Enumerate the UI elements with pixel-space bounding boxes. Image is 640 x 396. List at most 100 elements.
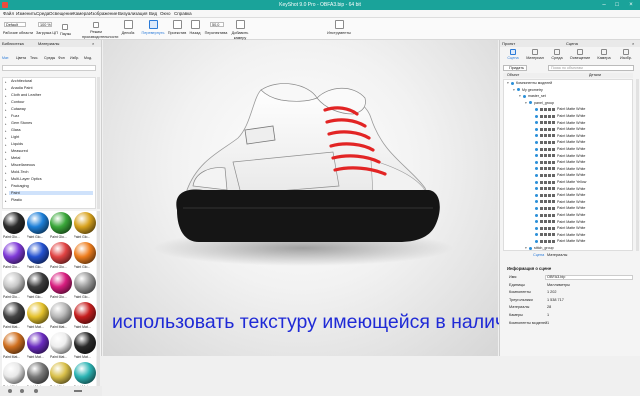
- scene-tree-row[interactable]: Paint Matte White: [504, 126, 632, 132]
- scene-tree-row[interactable]: Paint Matte White: [504, 225, 632, 231]
- menu-edit[interactable]: Изменить: [16, 11, 36, 16]
- menu-render[interactable]: Визуализация: [118, 11, 147, 16]
- visibility-icon[interactable]: [535, 147, 538, 151]
- library-tree-item[interactable]: Light: [11, 135, 19, 139]
- material-swatch[interactable]: [26, 242, 49, 264]
- library-tree-item[interactable]: Metal: [11, 156, 20, 160]
- visibility-icon[interactable]: [535, 233, 538, 237]
- material-swatch[interactable]: [26, 302, 49, 324]
- tab-camera[interactable]: Камера: [594, 49, 614, 60]
- expand-icon[interactable]: ▸: [5, 87, 7, 91]
- visibility-icon[interactable]: [535, 134, 538, 138]
- expand-icon[interactable]: ▸: [5, 199, 7, 203]
- scene-tree-row[interactable]: Paint Matte White: [504, 199, 632, 205]
- visibility-icon[interactable]: [535, 127, 538, 131]
- visibility-icon[interactable]: [535, 173, 538, 177]
- zoom-field[interactable]: 50,0: [210, 22, 224, 27]
- material-swatch[interactable]: [50, 302, 72, 324]
- tab-favorites[interactable]: Избр.: [70, 56, 79, 60]
- scene-tree-row[interactable]: Paint Matte White: [504, 159, 632, 165]
- visibility-icon[interactable]: [535, 160, 538, 164]
- scene-tree-row[interactable]: Paint Matte White: [504, 192, 632, 198]
- expand-icon[interactable]: ▾: [525, 245, 527, 250]
- visibility-icon[interactable]: [535, 220, 538, 224]
- library-tree-item[interactable]: Measured: [11, 149, 28, 153]
- menu-image[interactable]: Изображение: [89, 11, 117, 16]
- visibility-icon[interactable]: [535, 206, 538, 210]
- scene-tree-row[interactable]: Paint Matte White: [504, 186, 632, 192]
- tab-textures[interactable]: Текс.: [30, 56, 38, 60]
- visibility-icon[interactable]: [535, 121, 538, 125]
- tab-materials[interactable]: Мат.: [2, 56, 9, 60]
- expand-icon[interactable]: ▸: [5, 129, 7, 133]
- tree-scrollbar[interactable]: [97, 77, 100, 209]
- expand-icon[interactable]: ▸: [5, 164, 7, 168]
- visibility-icon[interactable]: [535, 226, 538, 230]
- material-swatch[interactable]: [3, 212, 25, 234]
- expand-icon[interactable]: ▾: [513, 87, 515, 93]
- bottom-tab-scene[interactable]: Сцена: [533, 253, 544, 257]
- material-swatch[interactable]: [3, 272, 25, 294]
- material-swatch[interactable]: [50, 362, 72, 384]
- material-swatch[interactable]: [3, 302, 25, 324]
- visibility-icon[interactable]: [535, 167, 538, 171]
- material-swatch[interactable]: [26, 362, 49, 384]
- bottom-tab-materials[interactable]: Материалы: [547, 253, 567, 257]
- expand-icon[interactable]: ▸: [5, 80, 7, 84]
- scene-tree-row[interactable]: Paint Matte White: [504, 238, 632, 244]
- expand-icon[interactable]: ▸: [5, 122, 7, 126]
- visibility-icon[interactable]: [535, 213, 538, 217]
- expand-icon[interactable]: ▸: [5, 171, 7, 175]
- tab-environment[interactable]: Среда: [548, 49, 566, 60]
- material-swatch[interactable]: [73, 332, 96, 354]
- material-swatch[interactable]: [26, 212, 49, 234]
- close-icon[interactable]: ×: [625, 1, 637, 9]
- project-close-icon[interactable]: ×: [632, 40, 634, 47]
- library-tree-item[interactable]: Glass: [11, 128, 21, 132]
- expand-icon[interactable]: ▸: [5, 192, 7, 196]
- visibility-icon[interactable]: [535, 193, 538, 197]
- scene-tree-row[interactable]: ▾ panel_group: [504, 100, 632, 106]
- scene-tree-row[interactable]: Paint Matte Yellow: [504, 179, 632, 185]
- render-viewport[interactable]: [103, 40, 498, 356]
- workspace-select[interactable]: Default: [4, 22, 26, 27]
- library-tree-item[interactable]: Miscellaneous: [11, 163, 35, 167]
- scene-tree-row[interactable]: ▾ Компоненты моделей: [504, 80, 632, 86]
- visibility-icon[interactable]: [535, 107, 538, 111]
- library-tree-item[interactable]: Liquids: [11, 142, 23, 146]
- back-button[interactable]: Назад: [188, 20, 202, 36]
- scene-tree-row[interactable]: Paint Matte White: [504, 166, 632, 172]
- scene-tree-row[interactable]: Paint Matte White: [504, 212, 632, 218]
- library-close-icon[interactable]: ×: [92, 40, 94, 47]
- expand-icon[interactable]: ▸: [5, 101, 7, 105]
- library-tree-item[interactable]: Cloth and Leather: [11, 93, 41, 97]
- tab-colors[interactable]: Цвета: [16, 56, 26, 60]
- material-swatch[interactable]: [73, 242, 96, 264]
- expand-icon[interactable]: ▸: [5, 108, 7, 112]
- cpu-usage-select[interactable]: 100 %: [38, 22, 52, 27]
- material-swatch[interactable]: [50, 332, 72, 354]
- scene-tree-row[interactable]: Paint Matte White: [504, 146, 632, 152]
- scene-tree-row[interactable]: Paint Matte White: [504, 205, 632, 211]
- expand-icon[interactable]: ▾: [519, 93, 521, 99]
- visibility-icon[interactable]: [511, 81, 514, 85]
- menu-lighting[interactable]: Освещение: [49, 11, 73, 16]
- material-swatch[interactable]: [3, 362, 25, 384]
- expand-icon[interactable]: ▸: [5, 94, 7, 98]
- expand-icon[interactable]: ▸: [5, 150, 7, 154]
- scene-tree-row[interactable]: ▾ My geometry: [504, 87, 632, 93]
- visibility-icon[interactable]: [523, 94, 526, 98]
- expand-icon[interactable]: ▸: [5, 115, 7, 119]
- expand-icon[interactable]: ▸: [5, 143, 7, 147]
- visibility-icon[interactable]: [535, 200, 538, 204]
- tab-models[interactable]: Мод.: [84, 56, 92, 60]
- tab-backgrounds[interactable]: Фон: [58, 56, 65, 60]
- menu-file[interactable]: Файл: [3, 11, 14, 16]
- library-tree-item[interactable]: Multi-Layer Optics: [11, 177, 42, 181]
- projection-button[interactable]: Проекстив: [166, 20, 188, 36]
- library-tree-item[interactable]: Paint: [9, 191, 93, 195]
- scene-tree-row[interactable]: Paint Matte White: [504, 133, 632, 139]
- tab-lighting[interactable]: Освещение: [568, 49, 592, 60]
- visibility-icon[interactable]: [529, 246, 532, 250]
- visibility-icon[interactable]: [535, 140, 538, 144]
